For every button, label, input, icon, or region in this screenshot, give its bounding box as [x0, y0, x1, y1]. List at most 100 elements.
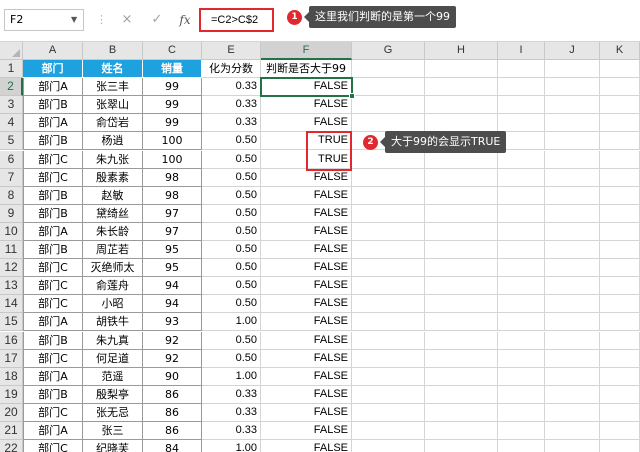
table-cell-result[interactable]: FALSE — [261, 168, 352, 187]
column-header-j[interactable]: J — [545, 42, 600, 60]
table-cell-result[interactable]: FALSE — [261, 385, 352, 404]
table-cell-dept[interactable]: 部门A — [23, 313, 83, 332]
empty-cell[interactable] — [352, 114, 425, 133]
empty-cell[interactable] — [600, 132, 640, 151]
empty-cell[interactable] — [600, 349, 640, 368]
row-header-3[interactable]: 3 — [0, 96, 23, 115]
empty-cell[interactable] — [545, 385, 600, 404]
table-cell-dept[interactable]: 部门C — [23, 295, 83, 314]
table-cell-result[interactable]: FALSE — [261, 367, 352, 386]
empty-cell[interactable] — [600, 367, 640, 386]
table-cell-sales[interactable]: 98 — [143, 168, 202, 187]
empty-cell[interactable] — [545, 331, 600, 350]
table-cell-ratio[interactable]: 0.33 — [202, 78, 261, 97]
empty-cell[interactable] — [498, 204, 545, 223]
table-cell-result[interactable]: FALSE — [261, 259, 352, 278]
table-cell-ratio[interactable]: 0.33 — [202, 403, 261, 422]
column-header-c[interactable]: C — [143, 42, 202, 60]
empty-cell[interactable] — [600, 277, 640, 296]
chevron-down-icon[interactable]: ▼ — [71, 9, 77, 31]
row-header-7[interactable]: 7 — [0, 168, 23, 187]
empty-cell[interactable] — [545, 114, 600, 133]
row-header-2[interactable]: 2 — [0, 78, 23, 97]
empty-cell[interactable] — [352, 331, 425, 350]
empty-cell[interactable] — [545, 403, 600, 422]
empty-cell[interactable] — [425, 403, 498, 422]
table-cell-name[interactable]: 殷素素 — [83, 168, 143, 187]
empty-cell[interactable] — [352, 349, 425, 368]
select-all-corner[interactable] — [0, 42, 23, 60]
row-header-8[interactable]: 8 — [0, 186, 23, 205]
empty-cell[interactable] — [545, 349, 600, 368]
column-header-a[interactable]: A — [23, 42, 83, 60]
row-header-14[interactable]: 14 — [0, 295, 23, 314]
table-cell-sales[interactable]: 95 — [143, 259, 202, 278]
empty-cell[interactable] — [600, 295, 640, 314]
empty-cell[interactable] — [352, 385, 425, 404]
column-header-k[interactable]: K — [600, 42, 640, 60]
empty-cell[interactable] — [498, 331, 545, 350]
table-cell-name[interactable]: 周芷若 — [83, 241, 143, 259]
table-cell-dept[interactable]: 部门C — [23, 150, 83, 169]
empty-cell[interactable] — [600, 313, 640, 332]
empty-cell[interactable] — [425, 277, 498, 296]
table-cell-dept[interactable]: 部门A — [23, 422, 83, 440]
empty-cell[interactable] — [425, 78, 498, 97]
table-cell-ratio[interactable]: 0.50 — [202, 349, 261, 368]
empty-cell[interactable] — [545, 367, 600, 386]
table-cell-ratio[interactable]: 1.00 — [202, 440, 261, 452]
table-cell-ratio[interactable]: 0.50 — [202, 259, 261, 278]
empty-cell[interactable] — [425, 295, 498, 314]
table-cell-ratio[interactable]: 0.50 — [202, 168, 261, 187]
empty-cell[interactable] — [600, 96, 640, 115]
empty-cell[interactable] — [545, 259, 600, 278]
table-cell-result[interactable]: TRUE — [261, 132, 352, 151]
table-cell-dept[interactable]: 部门B — [23, 186, 83, 205]
table-cell-name[interactable]: 张无忌 — [83, 403, 143, 422]
insert-function-icon[interactable]: fx — [176, 9, 194, 31]
table-cell-ratio[interactable]: 0.33 — [202, 96, 261, 115]
table-cell-name[interactable]: 张三丰 — [83, 78, 143, 97]
table-cell-name[interactable]: 朱九真 — [83, 331, 143, 350]
empty-cell[interactable] — [352, 440, 425, 452]
header-cell-a[interactable]: 部门 — [23, 60, 83, 78]
empty-cell[interactable] — [545, 204, 600, 223]
table-cell-name[interactable]: 朱九张 — [83, 150, 143, 169]
table-cell-sales[interactable]: 84 — [143, 440, 202, 452]
empty-cell[interactable] — [498, 440, 545, 452]
table-cell-dept[interactable]: 部门C — [23, 403, 83, 422]
empty-cell[interactable] — [545, 295, 600, 314]
table-cell-sales[interactable]: 97 — [143, 222, 202, 241]
table-cell-name[interactable]: 小昭 — [83, 295, 143, 314]
column-header-g[interactable]: G — [352, 42, 425, 60]
column-header-i[interactable]: I — [498, 42, 545, 60]
empty-cell[interactable] — [600, 422, 640, 440]
table-cell-name[interactable]: 胡铁牛 — [83, 313, 143, 332]
empty-cell[interactable] — [352, 367, 425, 386]
empty-cell[interactable] — [352, 313, 425, 332]
table-cell-name[interactable]: 杨逍 — [83, 132, 143, 151]
empty-cell[interactable] — [425, 96, 498, 115]
table-cell-result[interactable]: FALSE — [261, 331, 352, 350]
empty-cell[interactable] — [352, 259, 425, 278]
table-cell-ratio[interactable]: 0.33 — [202, 385, 261, 404]
empty-cell[interactable] — [425, 367, 498, 386]
empty-cell[interactable] — [425, 440, 498, 452]
empty-cell[interactable] — [498, 259, 545, 278]
table-cell-result[interactable]: FALSE — [261, 78, 352, 97]
row-header-1[interactable]: 1 — [0, 60, 23, 78]
table-cell-result[interactable]: FALSE — [261, 277, 352, 296]
empty-cell[interactable] — [498, 222, 545, 241]
row-header-21[interactable]: 21 — [0, 422, 23, 440]
table-cell-sales[interactable]: 97 — [143, 204, 202, 223]
empty-cell[interactable] — [498, 241, 545, 259]
empty-cell[interactable] — [545, 132, 600, 151]
empty-cell[interactable] — [498, 313, 545, 332]
table-cell-name[interactable]: 俞岱岩 — [83, 114, 143, 133]
empty-cell[interactable] — [352, 422, 425, 440]
table-cell-result[interactable]: FALSE — [261, 96, 352, 115]
header-cell-c[interactable]: 销量 — [143, 60, 202, 78]
empty-cell[interactable] — [545, 150, 600, 169]
table-cell-ratio[interactable]: 0.50 — [202, 150, 261, 169]
empty-cell[interactable] — [352, 186, 425, 205]
